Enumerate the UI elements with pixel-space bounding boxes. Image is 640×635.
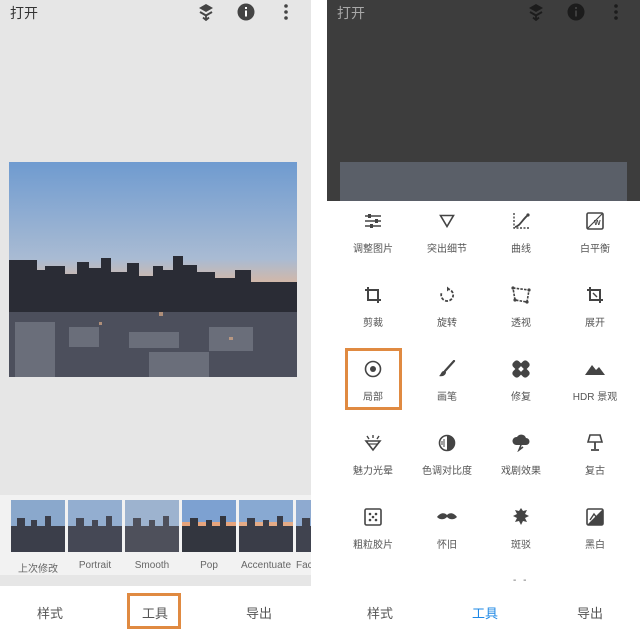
tool-perspective[interactable]: 透视 xyxy=(482,277,560,337)
layers-stack-icon[interactable] xyxy=(196,2,216,22)
more-vert-icon[interactable] xyxy=(276,2,296,22)
white-balance-icon: W xyxy=(556,209,634,233)
city-photo xyxy=(9,162,297,377)
tool-rotate[interactable]: 旋转 xyxy=(408,277,486,337)
filter-thumbnail xyxy=(182,500,236,552)
filter-smooth[interactable]: Smooth xyxy=(125,500,179,571)
tool-black-white[interactable]: 黑白 xyxy=(556,499,634,559)
tool-tune-image[interactable]: 调整图片 xyxy=(334,203,412,263)
tool-glamour-glow[interactable]: 魅力光晕 xyxy=(334,425,412,485)
filter-thumbnail xyxy=(11,500,65,552)
tool-healing[interactable]: 修复 xyxy=(482,351,560,411)
tools-screen: 打开 调整图片 突出细节 曲线 W 白平衡 剪裁 旋转 透视 展开 局部 画笔 … xyxy=(327,0,640,635)
filter-thumbnail xyxy=(239,500,293,552)
tool-hdr-scape[interactable]: HDR 景观 xyxy=(556,351,634,411)
black-white-icon xyxy=(556,505,634,529)
mountain-icon xyxy=(556,357,634,381)
filter-thumbnail xyxy=(125,500,179,552)
perspective-icon xyxy=(482,283,560,307)
expand-icon xyxy=(556,283,634,307)
healing-icon xyxy=(482,357,560,381)
selective-tool-highlight-box xyxy=(345,348,402,410)
filter-last-edit[interactable]: 上次修改 xyxy=(11,500,65,575)
tools-tab-highlight-box xyxy=(127,593,181,629)
mustache-icon xyxy=(408,505,486,529)
filter-portrait[interactable]: Portrait xyxy=(68,500,122,571)
more-vert-icon[interactable] xyxy=(606,2,626,22)
tools-grid: 调整图片 突出细节 曲线 W 白平衡 剪裁 旋转 透视 展开 局部 画笔 修复 … xyxy=(327,201,640,586)
svg-text:W: W xyxy=(594,220,601,227)
crop-icon xyxy=(334,283,412,307)
more-tools-indicator: - - xyxy=(513,575,529,586)
info-icon[interactable] xyxy=(236,2,256,22)
grainy-film-icon xyxy=(334,505,412,529)
bottom-tab-bar: 样式 工具 导出 xyxy=(327,586,640,635)
tool-crop[interactable]: 剪裁 xyxy=(334,277,412,337)
tab-styles[interactable]: 样式 xyxy=(37,603,63,622)
filter-faces[interactable]: Fac xyxy=(296,500,311,571)
open-button[interactable]: 打开 xyxy=(337,3,365,23)
rotate-icon xyxy=(408,283,486,307)
open-button[interactable]: 打开 xyxy=(10,3,38,23)
filter-strip[interactable]: 上次修改 Portrait Smooth Pop Accentuate Fac xyxy=(0,495,311,575)
tool-expand[interactable]: 展开 xyxy=(556,277,634,337)
filter-pop[interactable]: Pop xyxy=(182,500,236,571)
tool-white-balance[interactable]: W 白平衡 xyxy=(556,203,634,263)
sliders-icon xyxy=(334,209,412,233)
tool-grainy-film[interactable]: 粗粒胶片 xyxy=(334,499,412,559)
glamour-glow-icon xyxy=(334,431,412,455)
tab-export[interactable]: 导出 xyxy=(246,603,272,622)
info-icon[interactable] xyxy=(566,2,586,22)
main-screen: 打开 上次修改 Portrait Smooth Pop Accentuate F… xyxy=(0,0,311,635)
filter-thumbnail xyxy=(68,500,122,552)
tool-grunge[interactable]: 斑驳 xyxy=(482,499,560,559)
filter-thumbnail xyxy=(296,500,311,552)
lamp-icon xyxy=(556,431,634,455)
brush-icon xyxy=(408,357,486,381)
triangle-down-icon xyxy=(408,209,486,233)
tool-tonal-contrast[interactable]: 色调对比度 xyxy=(408,425,486,485)
tab-tools[interactable]: 工具 xyxy=(472,603,498,622)
layers-stack-icon[interactable] xyxy=(526,2,546,22)
drama-cloud-icon xyxy=(482,431,560,455)
dimmed-editor-overlay[interactable]: 打开 xyxy=(327,0,640,201)
tool-retrolux[interactable]: 怀旧 xyxy=(408,499,486,559)
tool-details[interactable]: 突出细节 xyxy=(408,203,486,263)
tool-curves[interactable]: 曲线 xyxy=(482,203,560,263)
tool-brush[interactable]: 画笔 xyxy=(408,351,486,411)
tab-export[interactable]: 导出 xyxy=(577,603,603,622)
dimmed-photo xyxy=(340,162,627,201)
grunge-icon xyxy=(482,505,560,529)
tool-drama[interactable]: 戏剧效果 xyxy=(482,425,560,485)
tab-styles[interactable]: 样式 xyxy=(367,603,393,622)
tool-vintage[interactable]: 复古 xyxy=(556,425,634,485)
curves-icon xyxy=(482,209,560,233)
filter-accentuate[interactable]: Accentuate xyxy=(239,500,293,571)
top-bar: 打开 xyxy=(0,0,311,24)
tonal-contrast-icon xyxy=(408,431,486,455)
